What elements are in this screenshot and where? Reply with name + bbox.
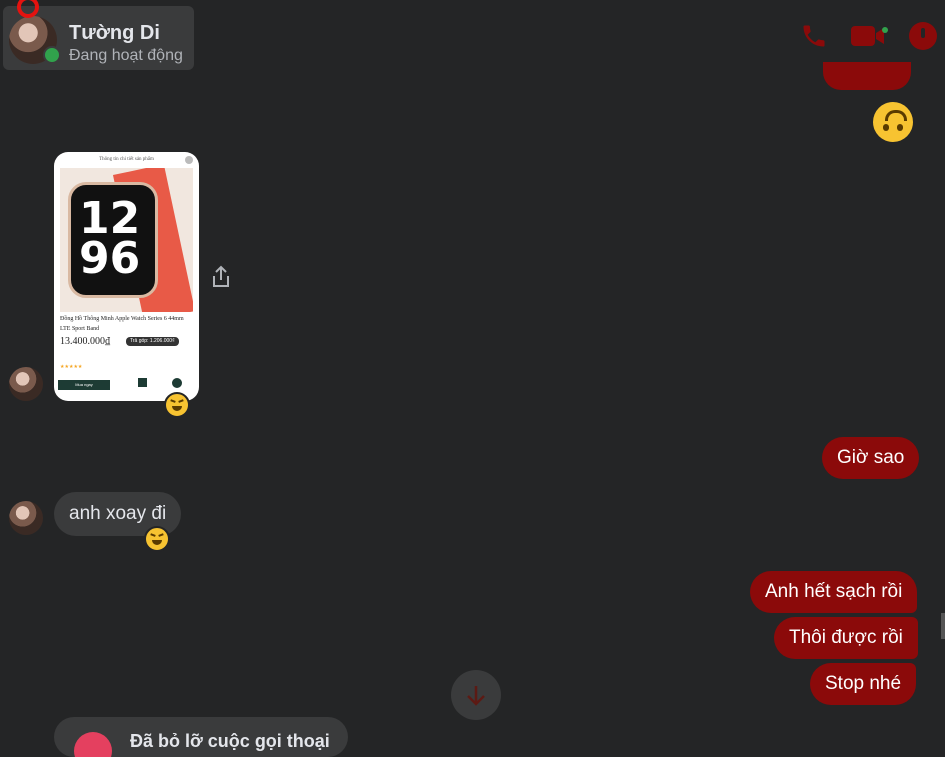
card-header: Thông tin chi tiết sản phẩm bbox=[99, 157, 154, 162]
missed-call-text: Đã bỏ lỡ cuộc gọi thoại bbox=[130, 731, 330, 751]
contact-name[interactable]: Tường Di bbox=[69, 22, 160, 45]
sender-avatar[interactable] bbox=[9, 367, 43, 401]
message-bubble-outgoing[interactable]: Stop nhé bbox=[810, 663, 917, 705]
installment-badge: Trả góp: 1.206.000₫ bbox=[126, 337, 179, 346]
home-icon bbox=[138, 378, 147, 387]
contact-info[interactable]: Tường Di Đang hoạt động bbox=[3, 0, 194, 70]
sender-avatar[interactable] bbox=[9, 501, 43, 535]
share-icon[interactable] bbox=[211, 265, 231, 289]
message-bubble-outgoing[interactable]: Thôi được rồi bbox=[774, 617, 918, 659]
phone-icon[interactable] bbox=[800, 22, 828, 50]
scroll-to-bottom-button[interactable] bbox=[451, 670, 501, 720]
more-icon bbox=[172, 378, 182, 388]
missed-call-icon bbox=[74, 732, 112, 757]
info-icon[interactable] bbox=[909, 22, 937, 50]
message-bubble-outgoing[interactable]: Giờ sao bbox=[822, 437, 920, 479]
message-bubble-outgoing[interactable]: Anh hết sạch rồi bbox=[750, 571, 918, 613]
product-image: 12 96 bbox=[60, 168, 193, 312]
arrow-down-icon bbox=[467, 686, 485, 706]
contact-status: Đang hoạt động bbox=[69, 47, 183, 64]
online-status-dot bbox=[43, 46, 61, 64]
shared-product-card[interactable]: Thông tin chi tiết sản phẩm 12 96 Đồng H… bbox=[54, 152, 199, 401]
grinning-squinting-face-reaction-icon[interactable] bbox=[164, 392, 190, 418]
video-call-icon[interactable] bbox=[850, 22, 890, 50]
rating-stars-icon: ★★★★★ bbox=[60, 364, 83, 370]
scrollbar-thumb[interactable] bbox=[941, 613, 945, 639]
chat-header: Tường Di Đang hoạt động bbox=[0, 0, 945, 72]
grinning-squinting-face-reaction-icon[interactable] bbox=[144, 526, 170, 552]
product-price: 13.400.000₫ bbox=[60, 336, 111, 347]
message-bubble-partial bbox=[823, 62, 911, 90]
buy-now-button: Mua ngay bbox=[58, 380, 110, 390]
upside-down-face-emoji[interactable] bbox=[873, 102, 913, 142]
close-icon bbox=[185, 156, 193, 164]
watch-face-text: 12 96 bbox=[79, 193, 141, 284]
product-title: Đồng Hồ Thông Minh Apple Watch Series 6 … bbox=[60, 316, 184, 332]
missed-call-notice[interactable]: Đã bỏ lỡ cuộc gọi thoại bbox=[54, 717, 348, 757]
